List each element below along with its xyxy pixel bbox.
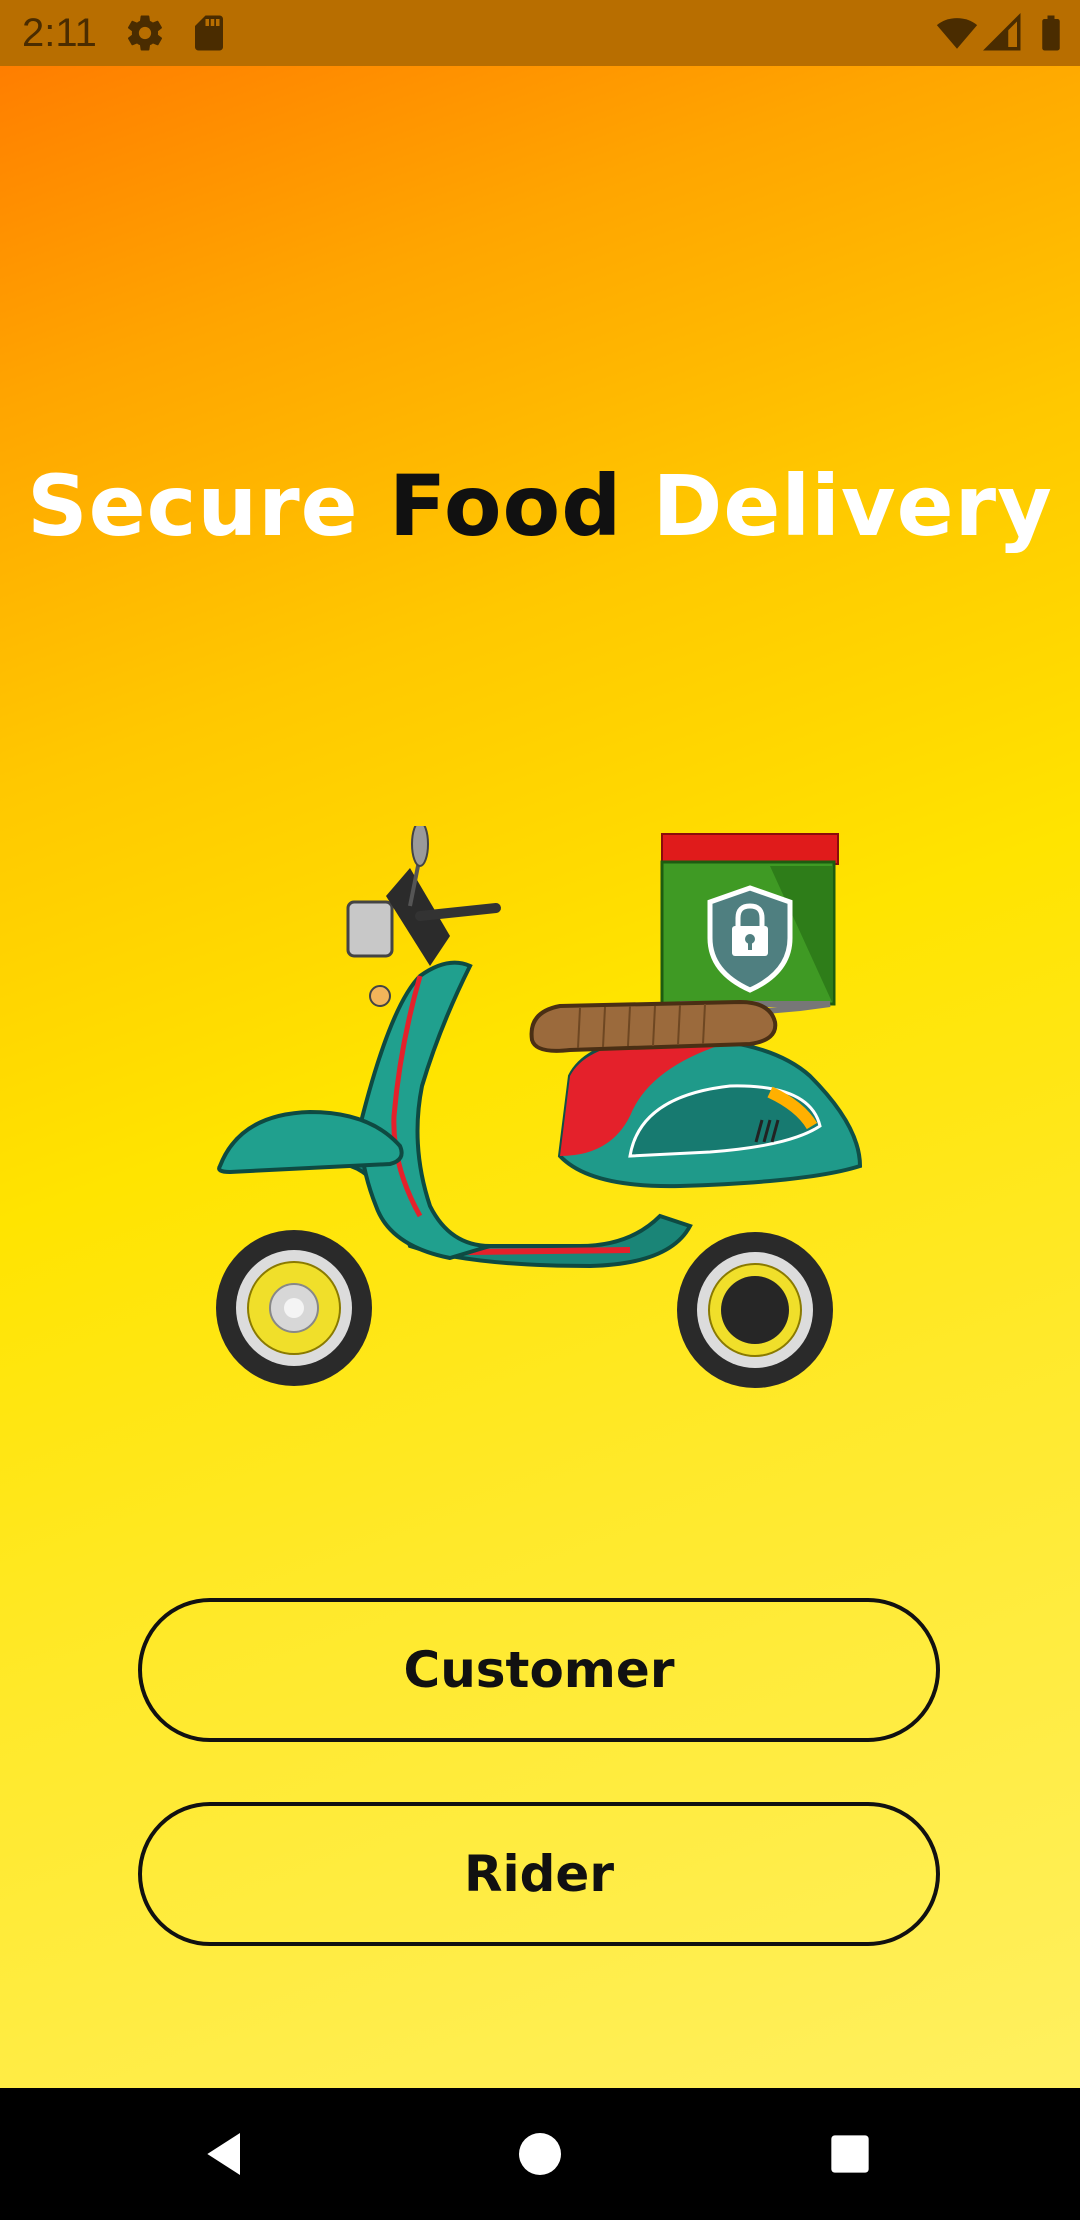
title-word-secure: Secure [27, 457, 359, 555]
customer-button[interactable]: Customer [138, 1598, 940, 1742]
app-title: Secure Food Delivery [0, 451, 1080, 561]
lock-box-icon [660, 833, 839, 1006]
rider-button[interactable]: Rider [138, 1802, 940, 1946]
home-icon[interactable] [504, 2118, 576, 2190]
title-word-food: Food [388, 457, 623, 555]
status-time: 2:11 [22, 11, 97, 55]
title-word-delivery: Delivery [652, 457, 1053, 555]
system-nav-bar [0, 2088, 1080, 2220]
status-bar: 2:11 [0, 0, 1080, 66]
main-content: Secure Food Delivery Customer Rider [0, 66, 1080, 2088]
cellular-signal-icon [982, 12, 1024, 54]
sd-card-icon [188, 12, 230, 54]
app-screen: 2:11 Secure Food Delivery Customer Rider [0, 0, 1080, 2220]
settings-gear-icon [124, 12, 166, 54]
delivery-scooter-illustration [216, 826, 863, 1388]
wifi-icon [936, 12, 978, 54]
back-icon[interactable] [190, 2118, 262, 2190]
battery-icon [1030, 12, 1072, 54]
recents-icon[interactable] [814, 2118, 886, 2190]
